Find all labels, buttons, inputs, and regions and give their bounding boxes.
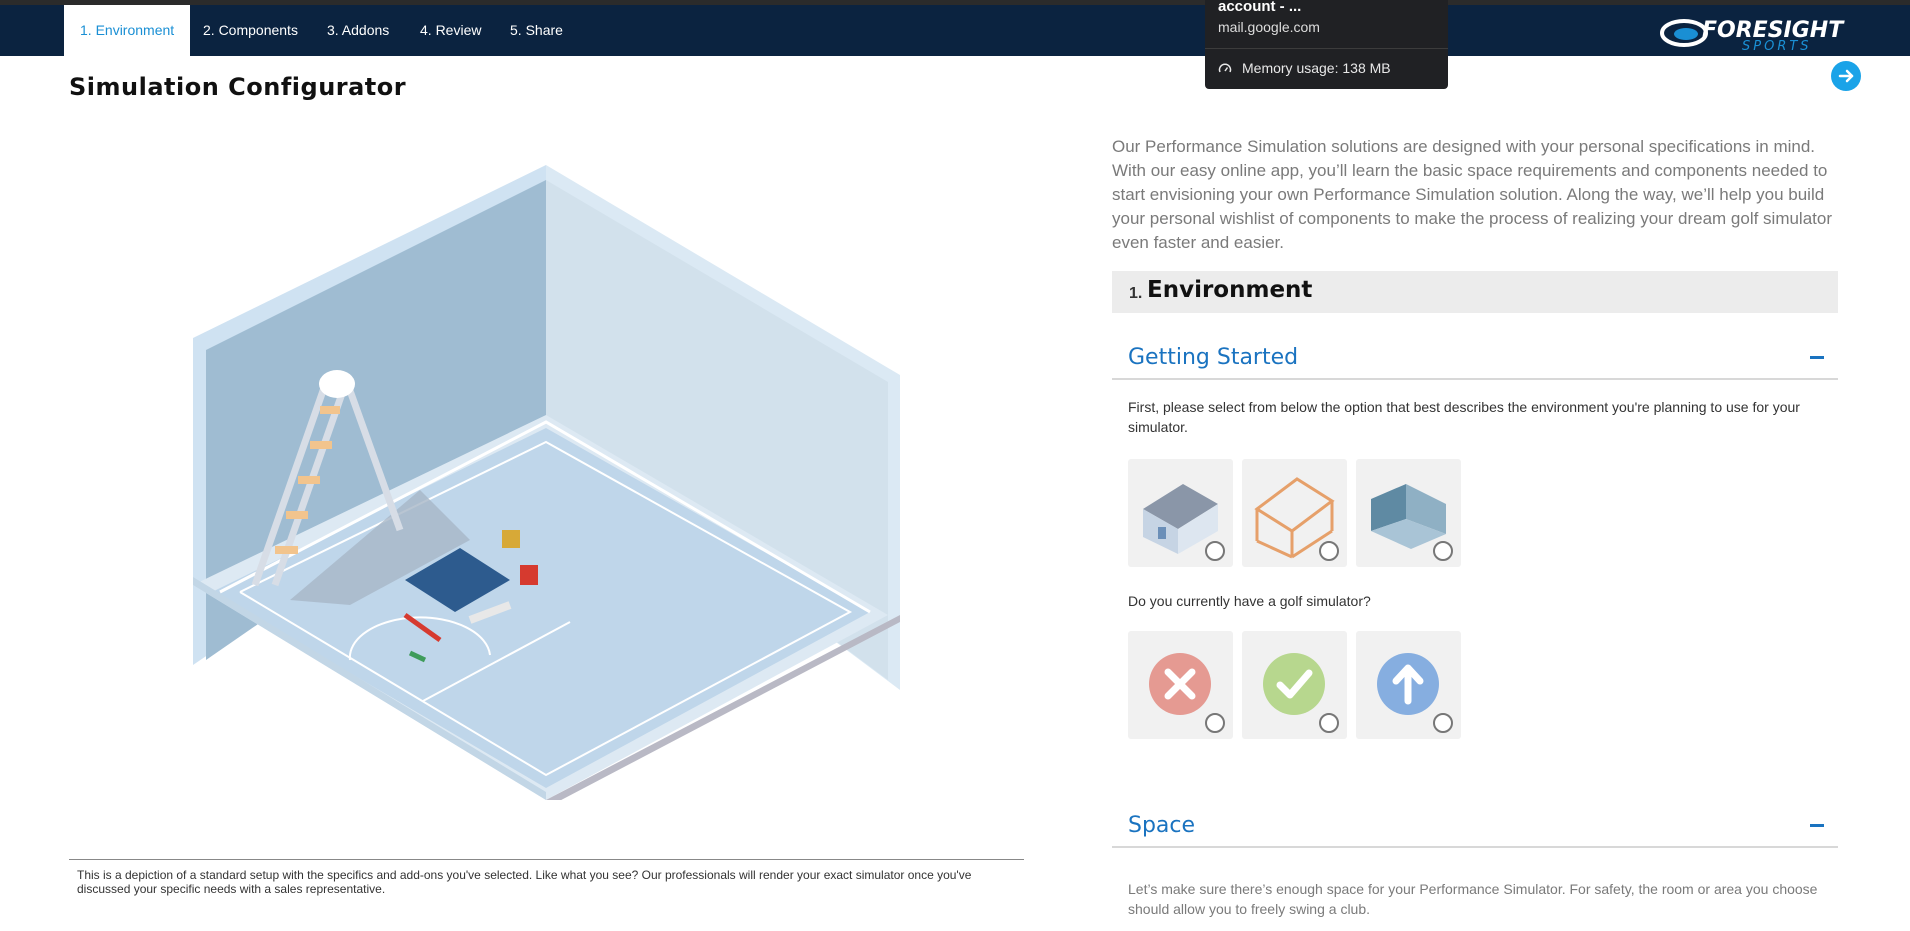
tab-environment[interactable]: 1. Environment: [64, 5, 191, 56]
option-house[interactable]: [1128, 459, 1233, 567]
tab-share[interactable]: 5. Share: [494, 5, 579, 56]
option-radio[interactable]: [1433, 541, 1453, 561]
simulator-question: Do you currently have a golf simulator?: [1128, 593, 1371, 609]
tooltip-memory: Memory usage: 138 MB: [1242, 60, 1391, 76]
option-yes[interactable]: [1242, 631, 1347, 739]
collapse-icon[interactable]: [1810, 824, 1824, 827]
tab-addons[interactable]: 3. Addons: [311, 5, 405, 56]
intro-text: Our Performance Simulation solutions are…: [1112, 137, 1833, 252]
option-room[interactable]: [1356, 459, 1461, 567]
arrow-right-icon: [1838, 69, 1854, 83]
tab-hover-tooltip: account - ... mail.google.com Memory usa…: [1205, 0, 1448, 89]
step-title: Environment: [1147, 277, 1313, 303]
collapse-icon[interactable]: [1810, 356, 1824, 359]
page-title: Simulation Configurator: [69, 73, 407, 101]
option-no[interactable]: [1128, 631, 1233, 739]
getting-started-title: Getting Started: [1128, 345, 1299, 370]
option-upgrade[interactable]: [1356, 631, 1461, 739]
getting-started-accordion-header[interactable]: Getting Started: [1112, 340, 1838, 380]
next-step-button[interactable]: [1831, 61, 1861, 91]
tab-review[interactable]: 4. Review: [404, 5, 497, 56]
tooltip-url: mail.google.com: [1218, 19, 1320, 35]
space-text: Let’s make sure there’s enough space for…: [1128, 881, 1818, 917]
option-radio[interactable]: [1319, 713, 1339, 733]
tooltip-title: account - ...: [1218, 0, 1302, 15]
illustration-caption: This is a depiction of a standard setup …: [77, 868, 972, 896]
logo-subtext: SPORTS: [1742, 39, 1812, 53]
step-header: 1. Environment: [1112, 271, 1838, 313]
tooltip-divider: [1205, 48, 1448, 49]
top-navbar: 1. Environment 2. Components 3. Addons 4…: [0, 5, 1910, 56]
option-radio[interactable]: [1433, 713, 1453, 733]
space-title: Space: [1128, 813, 1196, 838]
option-frame[interactable]: [1242, 459, 1347, 567]
tab-components[interactable]: 2. Components: [187, 5, 314, 56]
space-accordion-header[interactable]: Space: [1112, 808, 1838, 848]
caption-divider: [69, 859, 1024, 860]
option-radio[interactable]: [1319, 541, 1339, 561]
step-number: 1.: [1129, 285, 1143, 302]
option-radio[interactable]: [1205, 541, 1225, 561]
option-radio[interactable]: [1205, 713, 1225, 733]
foresight-sports-logo[interactable]: FORESIGHT SPORTS: [1660, 13, 1865, 53]
room-illustration: [193, 165, 900, 800]
environment-question: First, please select from below the opti…: [1128, 399, 1800, 435]
speedometer-icon: [1218, 63, 1232, 73]
